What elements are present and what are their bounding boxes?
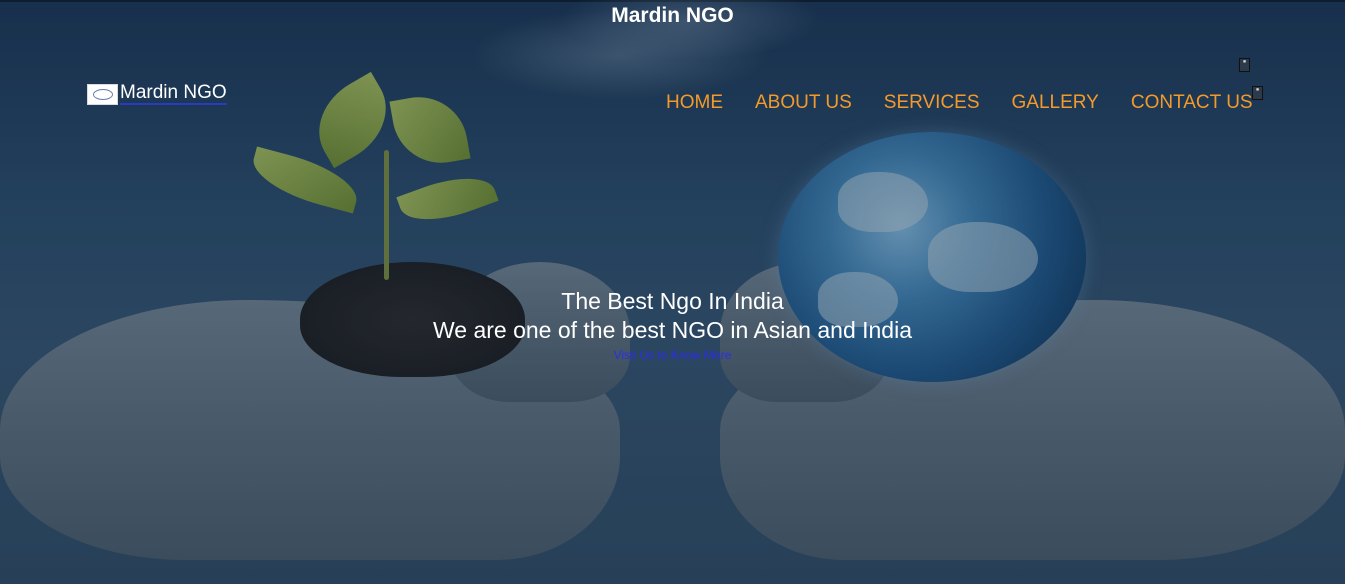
nav-home[interactable]: HOME (666, 92, 723, 114)
broken-image-icon[interactable]: ▪ (1252, 86, 1263, 100)
nav-services[interactable]: SERVICES (884, 92, 980, 114)
site-title: Mardin NGO (611, 4, 734, 27)
hero-section: Mardin NGO Mardin NGO HOME ABOUT US SERV… (0, 0, 1345, 584)
hero-text-block: The Best Ngo In India We are one of the … (0, 286, 1345, 364)
hero-title: The Best Ngo In India (561, 288, 784, 314)
nav-contact-us[interactable]: CONTACT US (1131, 92, 1253, 114)
visit-us-link[interactable]: Visit Us to Know More (614, 348, 732, 362)
broken-image-icon[interactable]: ▪ (1239, 58, 1250, 72)
main-nav: HOME ABOUT US SERVICES GALLERY CONTACT U… (666, 92, 1253, 114)
nav-gallery[interactable]: GALLERY (1012, 92, 1099, 114)
logo-text: Mardin NGO (120, 82, 227, 105)
hero-subtitle: We are one of the best NGO in Asian and … (432, 317, 913, 343)
logo-link[interactable]: Mardin NGO (87, 83, 227, 105)
nav-about-us[interactable]: ABOUT US (755, 92, 852, 114)
logo-icon (87, 83, 118, 105)
